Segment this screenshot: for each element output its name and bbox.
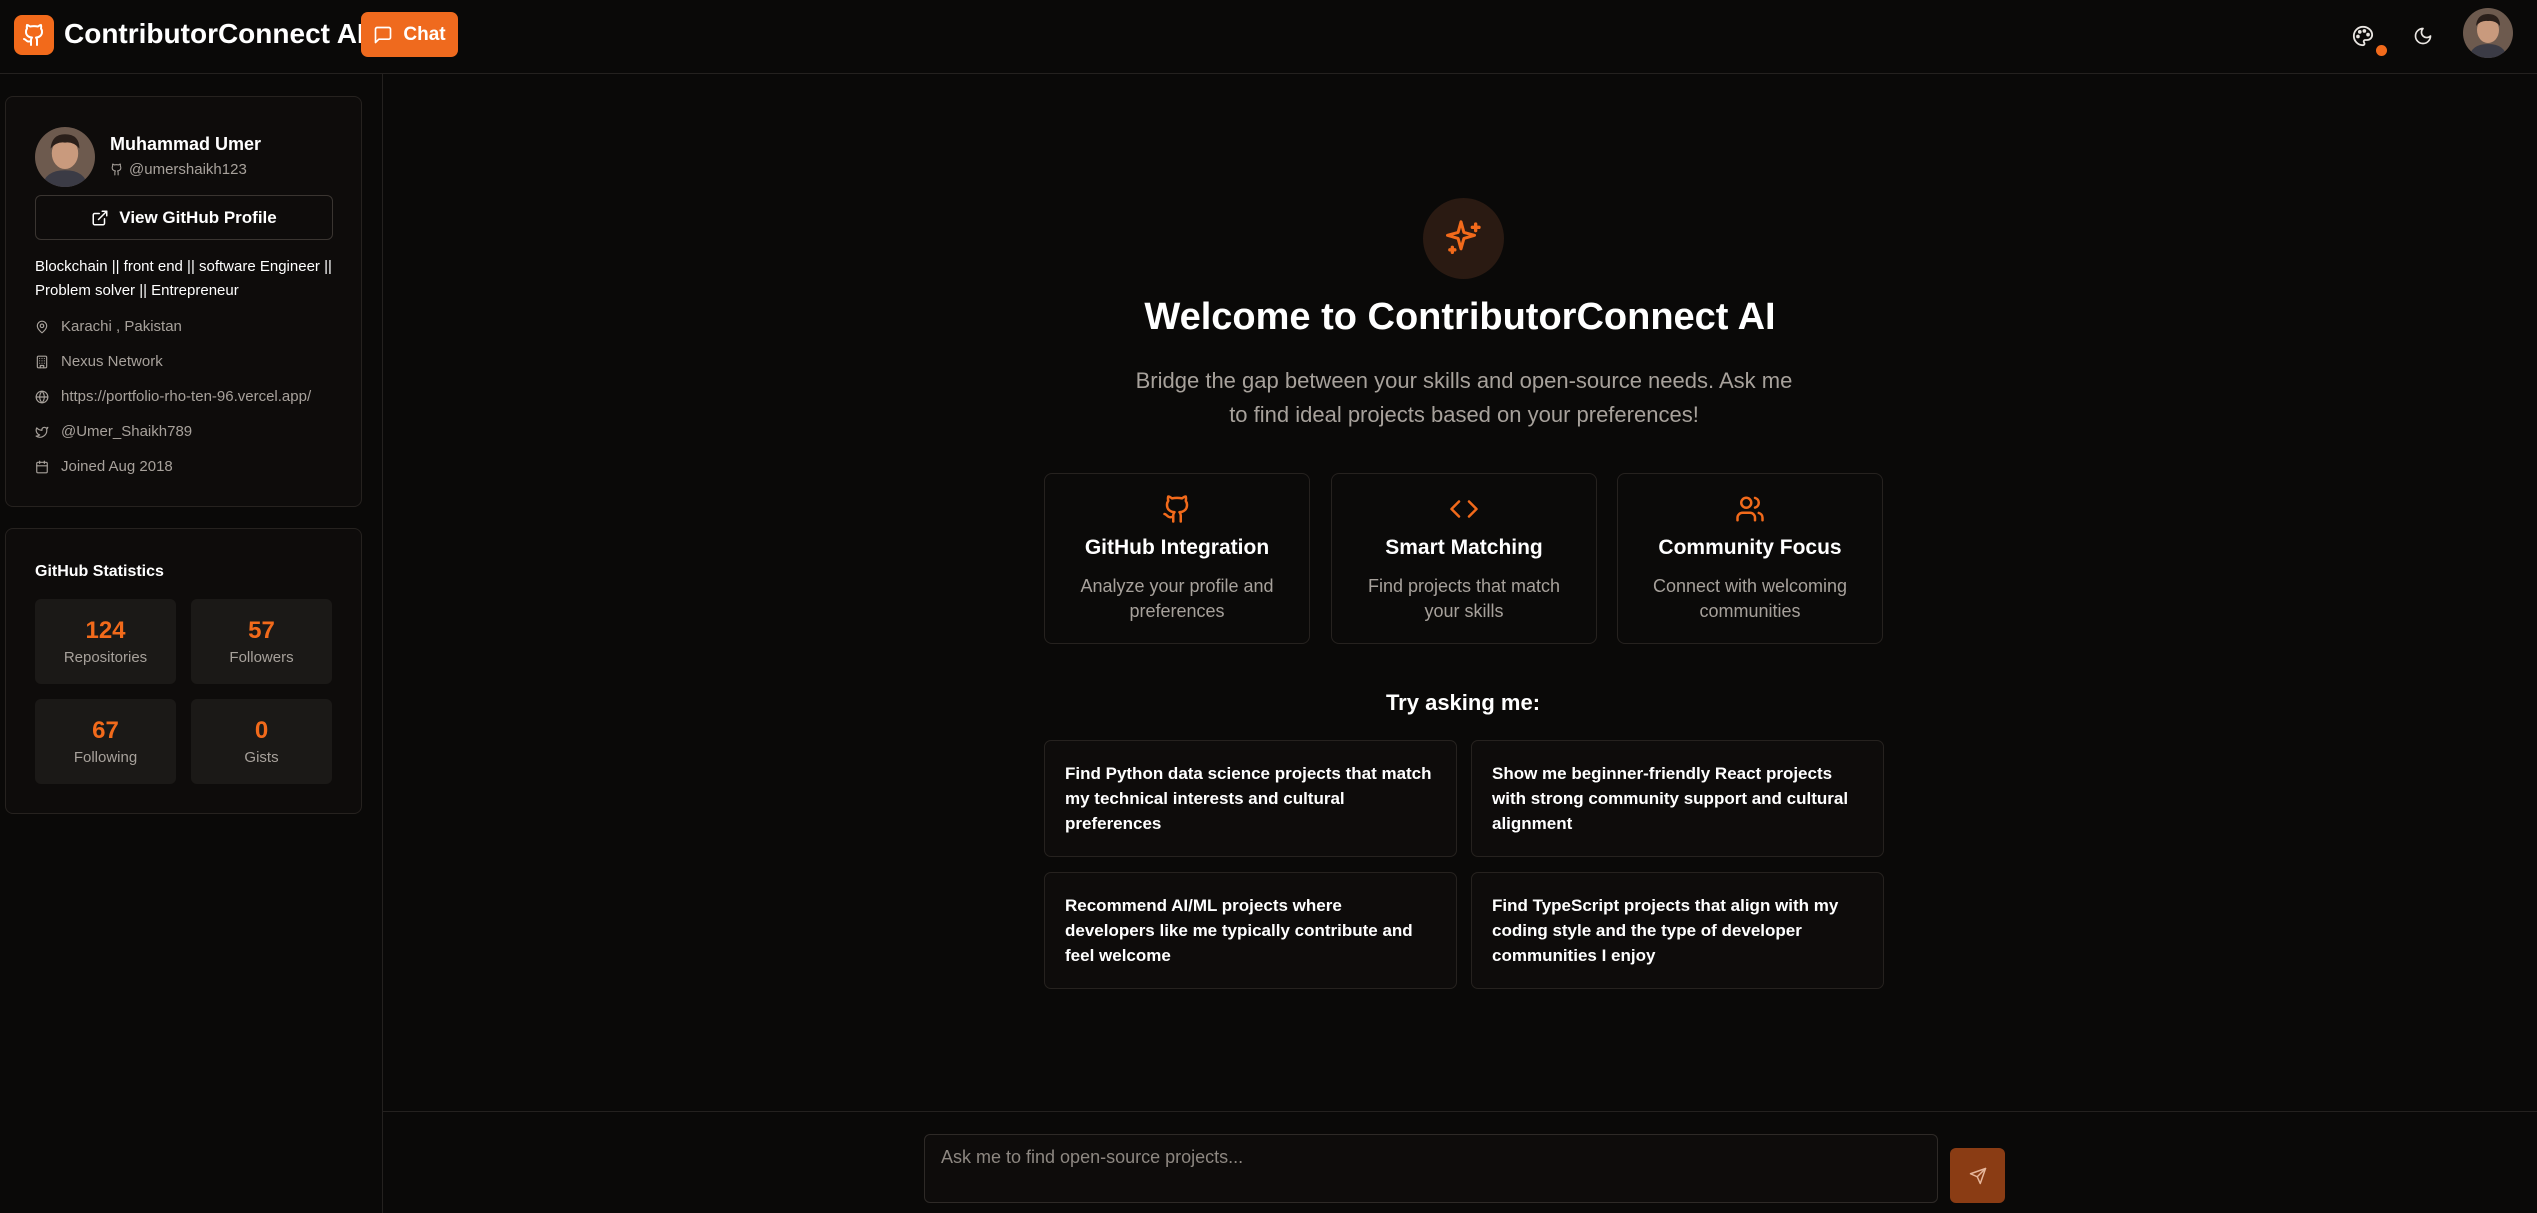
twitter-icon	[35, 425, 49, 439]
users-icon	[1735, 494, 1765, 524]
stat-value: 124	[85, 617, 126, 644]
building-icon	[35, 355, 49, 369]
company-row: Nexus Network	[35, 353, 163, 370]
handle-text: @umershaikh123	[129, 161, 247, 178]
send-icon	[1969, 1167, 1987, 1185]
feature-card-github-integration: GitHub Integration Analyze your profile …	[1044, 473, 1310, 644]
github-icon[interactable]	[14, 15, 54, 55]
website-link[interactable]: https://portfolio-rho-ten-96.vercel.app/	[61, 388, 311, 405]
moon-icon[interactable]	[2405, 18, 2441, 54]
github-small-icon	[110, 163, 123, 176]
feature-desc: Analyze your profile and preferences	[1080, 576, 1274, 621]
stat-label: Repositories	[63, 649, 148, 666]
feature-title: GitHub Integration	[1084, 536, 1270, 559]
suggestion-button[interactable]: Recommend AI/ML projects where developer…	[1044, 872, 1457, 989]
sparkles-icon	[1423, 198, 1504, 279]
calendar-icon	[35, 460, 49, 474]
github-stats-card: GitHub Statistics 124 Repositories 57 Fo…	[5, 528, 362, 814]
twitter-row[interactable]: @Umer_Shaikh789	[35, 423, 192, 440]
stat-value: 0	[254, 717, 269, 744]
stat-value: 57	[248, 617, 275, 644]
twitter-link[interactable]: @Umer_Shaikh789	[61, 423, 192, 440]
feature-desc: Find projects that match your skills	[1367, 576, 1561, 621]
github-button-label: View GitHub Profile	[119, 207, 277, 227]
stat-label: Gists	[244, 749, 279, 766]
profile-avatar	[35, 127, 95, 187]
feature-desc: Connect with welcoming communities	[1652, 576, 1848, 621]
view-github-profile-button[interactable]: View GitHub Profile	[35, 195, 333, 240]
code-icon	[1449, 494, 1479, 524]
try-asking-heading: Try asking me:	[1385, 690, 1541, 715]
website-row[interactable]: https://portfolio-rho-ten-96.vercel.app/	[35, 388, 311, 405]
stats-title: GitHub Statistics	[35, 563, 164, 580]
suggestion-button[interactable]: Find TypeScript projects that align with…	[1471, 872, 1884, 989]
feature-card-smart-matching: Smart Matching Find projects that match …	[1331, 473, 1597, 644]
user-handle: @umershaikh123	[110, 161, 247, 178]
avatar[interactable]	[2463, 8, 2513, 58]
chat-button[interactable]: Chat	[361, 12, 458, 57]
joined-text: Joined Aug 2018	[61, 458, 173, 475]
welcome-title: Welcome to ContributorConnect AI	[1144, 296, 1776, 338]
company-text: Nexus Network	[61, 353, 163, 370]
globe-icon	[35, 390, 49, 404]
suggestion-button[interactable]: Show me beginner-friendly React projects…	[1471, 740, 1884, 857]
stat-following: 67 Following	[35, 699, 176, 784]
stat-label: Followers	[229, 649, 294, 666]
stat-label: Following	[73, 749, 138, 766]
chat-button-label: Chat	[403, 23, 446, 45]
stat-repositories: 124 Repositories	[35, 599, 176, 684]
feature-title: Smart Matching	[1385, 536, 1543, 559]
feature-title: Community Focus	[1658, 536, 1842, 559]
chat-input[interactable]	[924, 1134, 1938, 1203]
external-link-icon	[91, 209, 109, 227]
send-button[interactable]	[1950, 1148, 2005, 1203]
notification-dot	[2376, 45, 2387, 56]
stat-value: 67	[92, 717, 119, 744]
joined-row: Joined Aug 2018	[35, 458, 173, 475]
message-square-icon	[373, 25, 393, 45]
user-name: Muhammad Umer	[110, 134, 262, 154]
feature-card-community-focus: Community Focus Connect with welcoming c…	[1617, 473, 1883, 644]
stat-followers: 57 Followers	[191, 599, 332, 684]
suggestion-button[interactable]: Find Python data science projects that m…	[1044, 740, 1457, 857]
app-title[interactable]: ContributorConnect AI	[64, 18, 365, 50]
stat-gists: 0 Gists	[191, 699, 332, 784]
github-icon	[1162, 494, 1192, 524]
welcome-subtitle: Bridge the gap between your skills and o…	[1135, 368, 1793, 427]
